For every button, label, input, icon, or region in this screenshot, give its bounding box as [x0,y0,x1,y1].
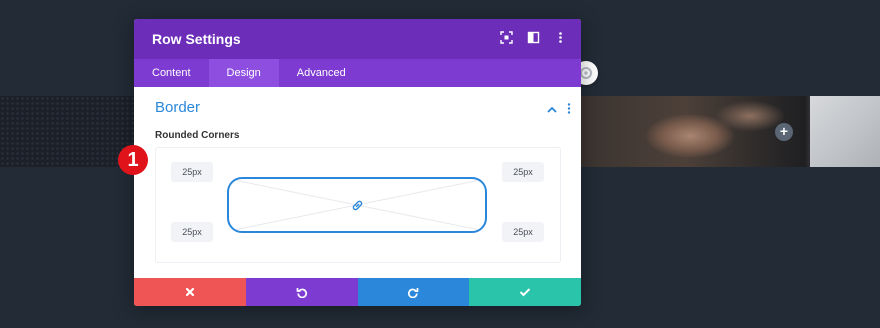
tab-advanced[interactable]: Advanced [279,59,364,87]
split-view-icon[interactable] [527,31,540,44]
corner-top-right-input[interactable]: 25px [502,162,544,182]
section-title: Border [155,98,201,116]
corner-top-left-input[interactable]: 25px [171,162,213,182]
cancel-button[interactable] [134,278,246,306]
undo-icon [296,288,307,298]
annotation-number-badge: 1 [118,145,148,175]
rounded-corners-label: Rounded Corners [155,130,240,141]
close-icon [185,287,194,297]
redo-button[interactable] [357,278,470,306]
save-button[interactable] [469,278,581,306]
more-options-icon[interactable] [554,31,567,44]
undo-button[interactable] [245,278,358,306]
section-menu-icon[interactable] [567,101,571,119]
tab-design[interactable]: Design [208,59,279,87]
corner-preview [227,177,487,233]
tab-content[interactable]: Content [134,59,209,87]
corner-bottom-left-input[interactable]: 25px [171,222,213,242]
add-module-icon[interactable]: + [775,123,793,141]
section-controls [547,101,571,119]
modal-title: Row Settings [152,31,241,47]
tab-bar: Content Design Advanced [134,59,581,87]
modal-footer [134,278,581,306]
border-section-header[interactable]: Border [134,87,581,127]
check-icon [519,288,531,297]
corner-bottom-right-input[interactable]: 25px [502,222,544,242]
background-photo [580,96,880,167]
link-corners-icon[interactable] [351,199,364,217]
modal-header: Row Settings [134,19,581,59]
chevron-up-icon[interactable] [547,101,557,119]
row-settings-modal: Row Settings Content Design Advanced Bor… [134,19,581,306]
fullscreen-icon[interactable] [500,31,513,44]
laptop-image-part [810,96,880,167]
header-icons [500,31,567,44]
redo-icon [408,288,419,298]
